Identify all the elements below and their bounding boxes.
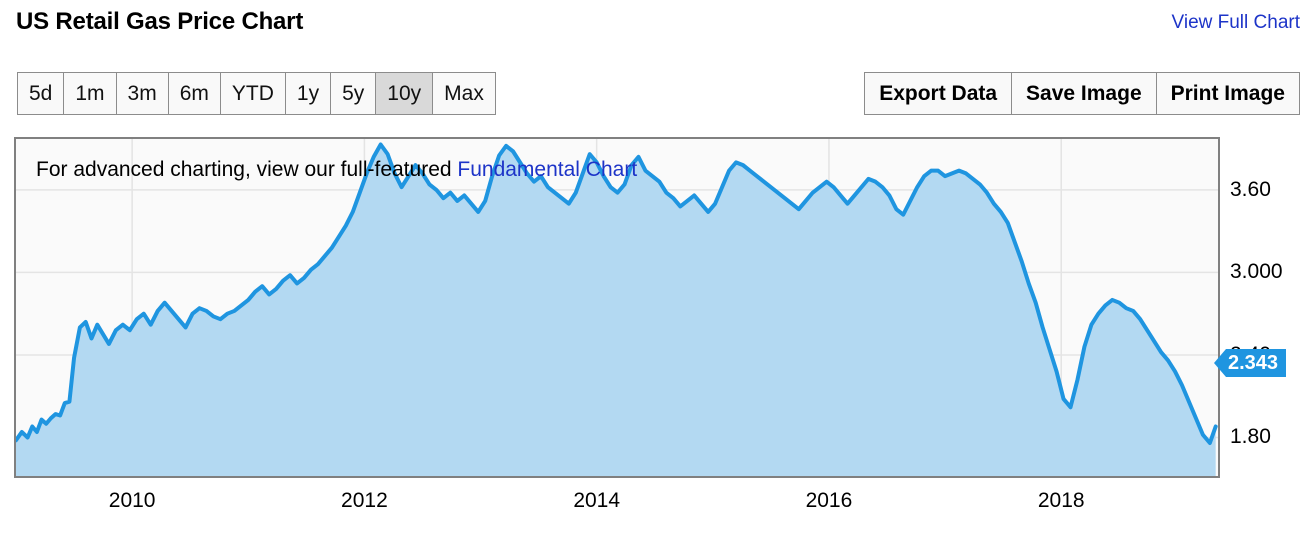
range-button-3m[interactable]: 3m	[116, 73, 169, 114]
range-button-1y[interactable]: 1y	[285, 73, 332, 114]
range-button-5y[interactable]: 5y	[331, 73, 377, 114]
x-tick-label: 2012	[341, 489, 388, 512]
x-tick-label: 2010	[108, 489, 156, 512]
range-button-10y[interactable]: 10y	[376, 73, 434, 114]
chart-area[interactable]: For advanced charting, view our full-fea…	[14, 137, 1220, 478]
print-image-button[interactable]: Print Image	[1156, 73, 1299, 114]
gas-price-chart-page: US Retail Gas Price Chart View Full Char…	[0, 0, 1314, 550]
flag-arrow-icon	[1214, 348, 1226, 377]
range-button-ytd[interactable]: YTD	[220, 73, 286, 114]
x-tick-label: 2016	[805, 489, 853, 512]
y-axis-labels: 3.603.0002.401.80	[1224, 137, 1314, 478]
price-area-chart	[16, 139, 1218, 476]
x-tick-label: 2018	[1037, 489, 1085, 512]
x-axis-labels: 2010 2012 2014 2016 2018	[0, 481, 1314, 521]
range-button-5d[interactable]: 5d	[18, 73, 65, 114]
range-button-1m[interactable]: 1m	[64, 73, 117, 114]
last-value-label: 2.343	[1226, 348, 1287, 377]
view-full-chart-link[interactable]: View Full Chart	[1172, 12, 1300, 34]
page-title: US Retail Gas Price Chart	[16, 8, 304, 35]
fundamental-chart-link[interactable]: Fundamental Chart	[457, 158, 637, 181]
x-tick-label: 2014	[573, 489, 621, 512]
range-selector[interactable]: 5d 1m 3m 6m YTD 1y 5y 10y Max	[17, 72, 496, 115]
y-tick-label: 1.80	[1230, 425, 1271, 449]
save-image-button[interactable]: Save Image	[1012, 73, 1157, 114]
y-tick-label: 3.000	[1230, 260, 1283, 284]
last-value-flag: 2.343	[1214, 348, 1287, 377]
y-tick-label: 3.60	[1230, 177, 1271, 201]
range-button-max[interactable]: Max	[433, 73, 495, 114]
range-button-6m[interactable]: 6m	[168, 73, 221, 114]
chart-actions[interactable]: Export Data Save Image Print Image	[864, 72, 1300, 115]
header: US Retail Gas Price Chart View Full Char…	[0, 0, 1314, 50]
export-data-button[interactable]: Export Data	[865, 73, 1013, 114]
